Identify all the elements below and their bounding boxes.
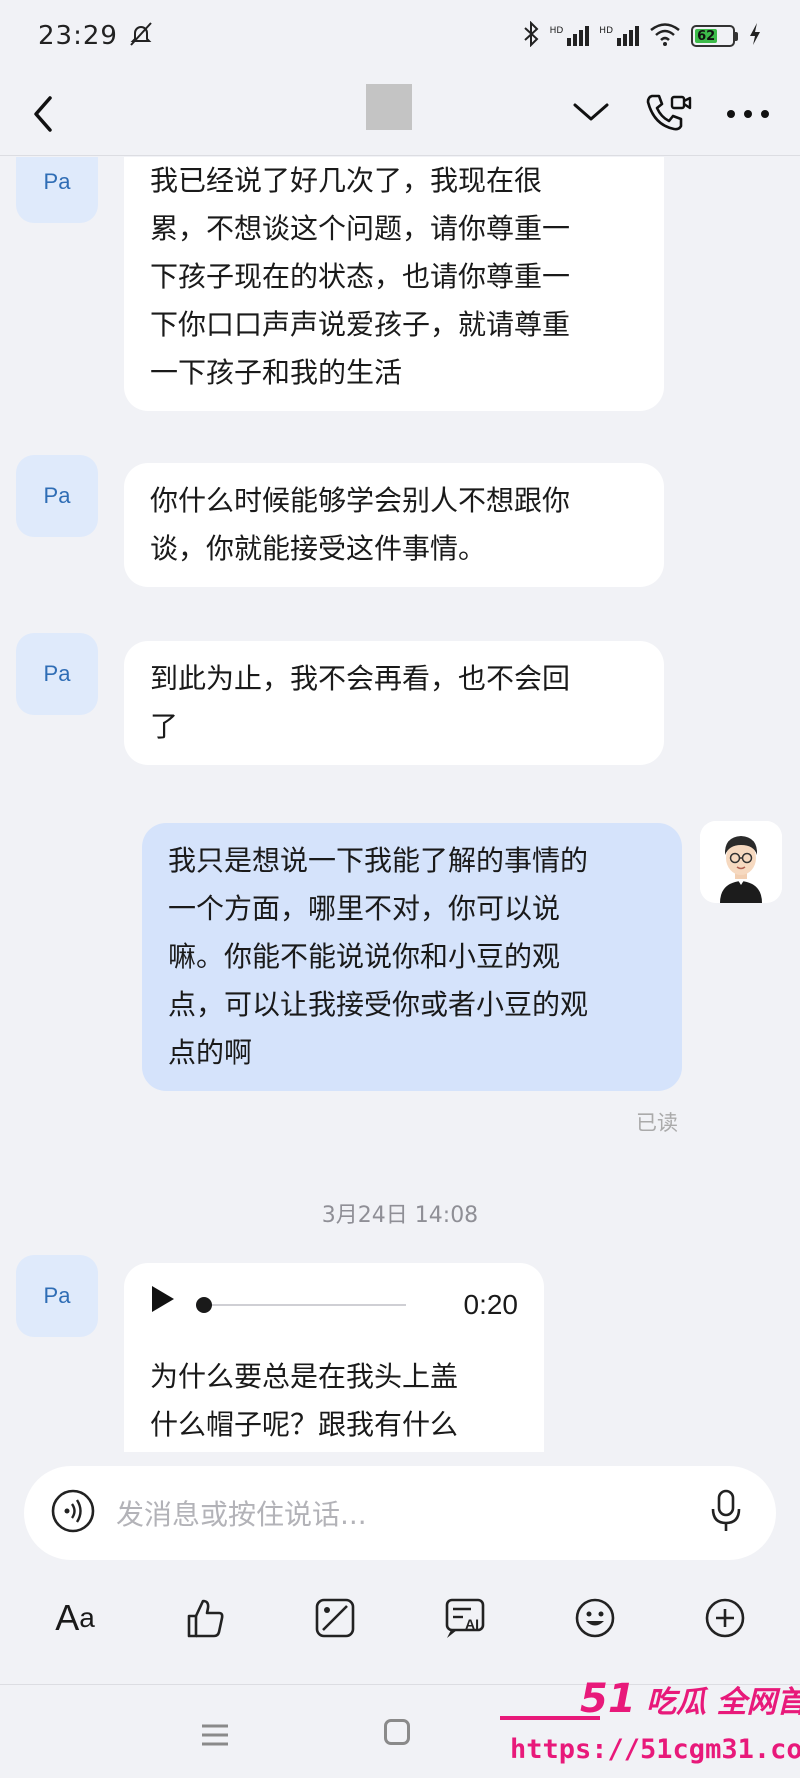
voice-message-bubble[interactable]: 0:20 为什么要总是在我头上盖 什么帽子呢？跟我有什么 (124, 1263, 544, 1452)
voice-transcript-line: 为什么要总是在我头上盖 (150, 1360, 459, 1393)
read-receipt: 已读 (636, 1111, 678, 1135)
image-icon[interactable] (305, 1588, 365, 1648)
voice-transcript-line: 什么帽子呢？跟我有什么 (150, 1408, 459, 1441)
thumbs-up-icon[interactable] (175, 1588, 235, 1648)
plus-icon[interactable] (695, 1588, 755, 1648)
wifi-icon (649, 21, 681, 51)
message-bubble[interactable]: 我只是想说一下我能了解的事情的 一个方面，哪里不对，你可以说 嘛。你能不能说说你… (142, 823, 682, 1091)
message-input-bar[interactable]: 发消息或按住说话... (24, 1466, 776, 1560)
text-format-icon[interactable]: Aa (45, 1588, 105, 1648)
status-bar: 23:29 HD HD 62 (0, 0, 800, 72)
bluetooth-icon (522, 20, 540, 51)
svg-text:AI: AI (465, 1616, 479, 1632)
mute-icon (126, 19, 156, 53)
message-text-line: 我已经说了好几次了，我现在很 (150, 164, 543, 197)
back-button[interactable] (30, 94, 70, 134)
message-text-line: 下孩子现在的状态，也请你尊重一 (150, 260, 571, 293)
message-text-line: 一下孩子和我的生活 (150, 356, 403, 389)
signal-icon-2: HD (599, 26, 639, 46)
battery-level: 62 (695, 29, 718, 44)
voice-progress-handle[interactable] (196, 1297, 212, 1313)
watermark-url: https://51cgm31.com (510, 1734, 800, 1765)
chevron-down-icon[interactable] (572, 101, 610, 127)
message-bubble[interactable]: 你什么时候能够学会别人不想跟你 谈，你就能接受这件事情。 (124, 463, 664, 587)
message-text-line: 到此为止，我不会再看，也不会回 (150, 662, 571, 695)
message-text-line: 我只是想说一下我能了解的事情的 (168, 844, 589, 877)
play-icon[interactable] (150, 1281, 176, 1329)
watermark-brand: 51 吃瓜 全网首发 (580, 1676, 800, 1722)
message-text-line: 下你口口声声说爱孩子，就请尊重 (150, 308, 571, 341)
composer-toolbar: Aa AI (0, 1578, 800, 1658)
voice-progress-track[interactable] (196, 1297, 406, 1313)
contact-avatar[interactable]: Pa (16, 157, 98, 223)
message-text-line: 点的啊 (168, 1036, 253, 1069)
contact-name-redacted (366, 84, 412, 130)
message-text-line: 嘛。你能不能说说你和小豆的观 (168, 940, 561, 973)
message-text-line: 一个方面，哪里不对，你可以说 (168, 892, 561, 925)
call-icon[interactable] (644, 92, 692, 136)
message-text-line: 你什么时候能够学会别人不想跟你 (150, 484, 571, 517)
message-timestamp: 3月24日 14:08 (321, 1203, 479, 1228)
message-bubble[interactable]: 我已经说了好几次了，我现在很 累，不想谈这个问题，请你尊重一 下孩子现在的状态，… (124, 157, 664, 411)
message-text-line: 累，不想谈这个问题，请你尊重一 (150, 212, 571, 245)
voice-duration: 0:20 (463, 1289, 519, 1320)
emoji-icon[interactable] (565, 1588, 625, 1648)
contact-avatar[interactable]: Pa (16, 1255, 98, 1337)
message-text-line: 了 (150, 710, 179, 743)
contact-avatar[interactable]: Pa (16, 455, 98, 537)
home-button-icon[interactable] (384, 1719, 410, 1745)
ai-text-icon[interactable]: AI (435, 1588, 495, 1648)
chat-header (0, 72, 800, 156)
contact-avatar[interactable]: Pa (16, 633, 98, 715)
microphone-icon[interactable] (710, 1489, 742, 1537)
battery-icon: 62 (691, 25, 738, 47)
voice-input-icon[interactable] (50, 1488, 96, 1538)
my-avatar[interactable] (700, 821, 782, 903)
menu-icon[interactable] (200, 1723, 230, 1751)
status-time: 23:29 (38, 21, 118, 51)
signal-icon-1: HD (550, 26, 590, 46)
message-text-line: 谈，你就能接受这件事情。 (150, 532, 487, 565)
message-text-line: 点，可以让我接受你或者小豆的观 (168, 988, 589, 1021)
more-icon[interactable] (726, 104, 770, 123)
message-input[interactable]: 发消息或按住说话... (116, 1493, 710, 1533)
charging-icon (748, 22, 762, 50)
message-list[interactable]: Pa 我已经说了好几次了，我现在很 累，不想谈这个问题，请你尊重一 下孩子现在的… (0, 157, 800, 1452)
message-bubble[interactable]: 到此为止，我不会再看，也不会回 了 (124, 641, 664, 765)
